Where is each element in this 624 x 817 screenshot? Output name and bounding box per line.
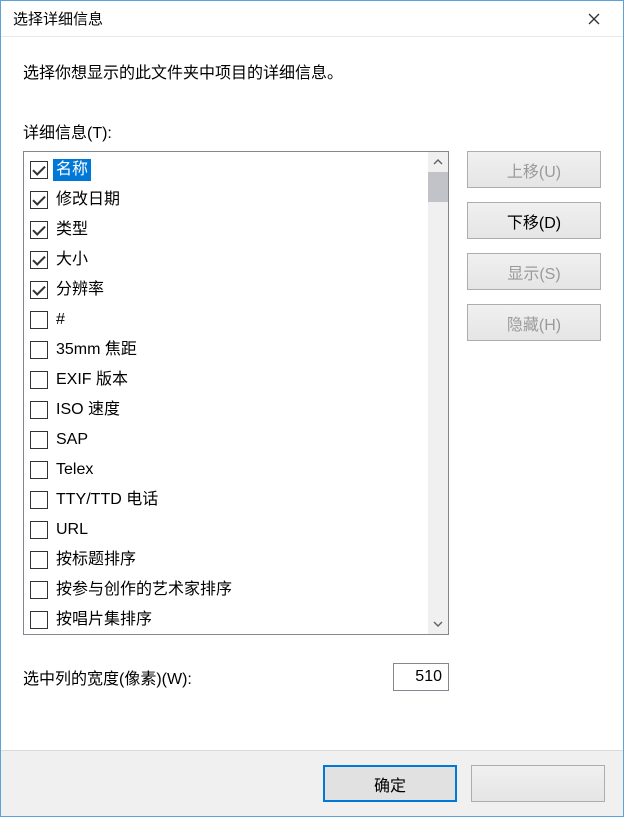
column-width-label: 选中列的宽度(像素)(W):: [23, 665, 393, 689]
list-item-label: #: [53, 309, 68, 330]
checkbox[interactable]: [30, 221, 48, 239]
list-item-label: Telex: [53, 459, 96, 480]
move-up-button[interactable]: 上移(U): [467, 151, 601, 188]
list-item-label: 按唱片集排序: [53, 609, 155, 630]
side-button-group: 上移(U) 下移(D) 显示(S) 隐藏(H): [467, 151, 601, 635]
window-title: 选择详细信息: [13, 8, 570, 29]
dialog-content: 选择你想显示的此文件夹中项目的详细信息。 详细信息(T): 名称修改日期类型大小…: [1, 37, 623, 750]
vertical-scrollbar[interactable]: [428, 152, 448, 634]
details-label: 详细信息(T):: [23, 119, 601, 143]
list-item[interactable]: 分辨率: [24, 275, 448, 305]
checkbox[interactable]: [30, 161, 48, 179]
list-item-label: 按参与创作的艺术家排序: [53, 579, 235, 600]
column-width-input[interactable]: [393, 663, 449, 691]
column-width-row: 选中列的宽度(像素)(W):: [23, 663, 449, 691]
move-down-button[interactable]: 下移(D): [467, 202, 601, 239]
checkbox[interactable]: [30, 341, 48, 359]
list-item[interactable]: EXIF 版本: [24, 365, 448, 395]
main-row: 名称修改日期类型大小分辨率 #35mm 焦距 EXIF 版本 ISO 速度 SAP Tel…: [23, 151, 601, 635]
list-item[interactable]: 35mm 焦距: [24, 335, 448, 365]
scroll-thumb[interactable]: [428, 172, 448, 202]
list-item-label: 分辨率: [53, 279, 107, 300]
ok-button[interactable]: 确定: [323, 765, 457, 802]
list-item-label: 按标题排序: [53, 549, 139, 570]
list-inner: 名称修改日期类型大小分辨率 #35mm 焦距 EXIF 版本 ISO 速度 SAP Tel…: [24, 152, 448, 635]
list-item-label: 名称: [53, 159, 91, 180]
checkbox[interactable]: [30, 371, 48, 389]
list-item[interactable]: 大小: [24, 245, 448, 275]
list-item-label: TTY/TTD 电话: [53, 489, 161, 510]
close-button[interactable]: [570, 2, 618, 36]
checkbox[interactable]: [30, 461, 48, 479]
list-item[interactable]: 修改日期: [24, 185, 448, 215]
scroll-down-arrow-icon[interactable]: [428, 614, 448, 634]
scroll-up-arrow-icon[interactable]: [428, 152, 448, 172]
checkbox[interactable]: [30, 521, 48, 539]
choose-details-dialog: 选择详细信息 选择你想显示的此文件夹中项目的详细信息。 详细信息(T): 名称修…: [0, 0, 624, 817]
checkbox[interactable]: [30, 581, 48, 599]
close-icon: [588, 13, 600, 25]
list-item[interactable]: Telex: [24, 455, 448, 485]
list-item[interactable]: ISO 速度: [24, 395, 448, 425]
checkbox[interactable]: [30, 401, 48, 419]
list-item-label: SAP: [53, 429, 91, 450]
hide-button[interactable]: 隐藏(H): [467, 304, 601, 341]
details-listbox[interactable]: 名称修改日期类型大小分辨率 #35mm 焦距 EXIF 版本 ISO 速度 SAP Tel…: [23, 151, 449, 635]
list-item-label: 35mm 焦距: [53, 339, 140, 360]
instruction-text: 选择你想显示的此文件夹中项目的详细信息。: [23, 59, 601, 83]
scroll-track[interactable]: [428, 172, 448, 614]
list-item[interactable]: SAP: [24, 425, 448, 455]
checkbox[interactable]: [30, 611, 48, 629]
list-item[interactable]: 按参与创作的艺术家排序: [24, 575, 448, 605]
checkbox[interactable]: [30, 551, 48, 569]
show-button[interactable]: 显示(S): [467, 253, 601, 290]
list-item-label: ISO 速度: [53, 399, 123, 420]
checkbox[interactable]: [30, 431, 48, 449]
list-item-label: 类型: [53, 219, 91, 240]
list-item-label: 修改日期: [53, 189, 123, 210]
list-item[interactable]: 类型: [24, 215, 448, 245]
checkbox[interactable]: [30, 491, 48, 509]
checkbox[interactable]: [30, 281, 48, 299]
list-item[interactable]: 名称: [24, 155, 448, 185]
list-item[interactable]: 按标题排序: [24, 545, 448, 575]
list-item[interactable]: TTY/TTD 电话: [24, 485, 448, 515]
list-item-label: URL: [53, 519, 91, 540]
list-item[interactable]: #: [24, 305, 448, 335]
cancel-button[interactable]: [471, 765, 605, 802]
list-item-label: 大小: [53, 249, 91, 270]
checkbox[interactable]: [30, 191, 48, 209]
titlebar: 选择详细信息: [1, 1, 623, 37]
dialog-footer: 确定: [1, 750, 623, 816]
checkbox[interactable]: [30, 311, 48, 329]
list-item-label: EXIF 版本: [53, 369, 131, 390]
list-item[interactable]: URL: [24, 515, 448, 545]
list-item[interactable]: 按唱片集排序: [24, 605, 448, 635]
checkbox[interactable]: [30, 251, 48, 269]
